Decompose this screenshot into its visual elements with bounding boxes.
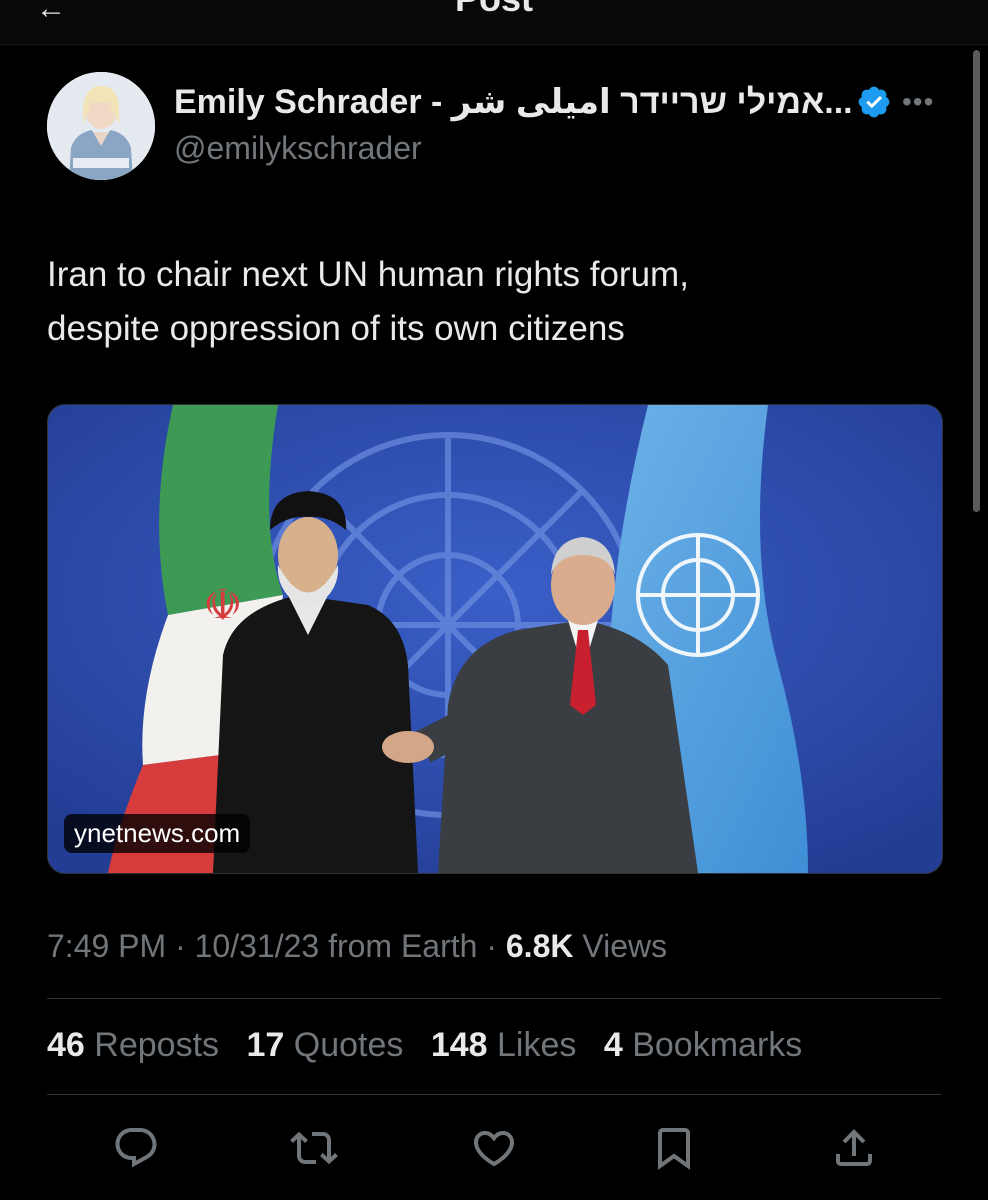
- media-image: ☫: [48, 405, 942, 873]
- verified-badge-icon[interactable]: [856, 84, 892, 120]
- views-count[interactable]: 6.8K: [506, 928, 574, 964]
- likes-stat[interactable]: 148 Likes: [431, 1026, 577, 1064]
- more-options-icon[interactable]: •••: [902, 82, 942, 122]
- engagement-stats: 46 Reposts 17 Quotes 148 Likes 4 Bookmar…: [47, 1026, 820, 1065]
- tweet-text-line-2: despite oppression of its own citizens: [47, 309, 625, 348]
- bookmark-button[interactable]: [650, 1124, 698, 1172]
- avatar[interactable]: [47, 72, 155, 180]
- scrollbar-thumb[interactable]: [973, 50, 980, 512]
- bookmark-icon: [658, 1128, 690, 1170]
- share-icon: [836, 1129, 872, 1166]
- tweet-meta: 7:49 PM · 10/31/23 from Earth · 6.8K Vie…: [47, 928, 667, 965]
- tweet-text: Iran to chair next UN human rights forum…: [47, 248, 927, 356]
- author-handle[interactable]: @emilykschrader: [174, 130, 422, 167]
- like-button[interactable]: [470, 1124, 518, 1172]
- tweet-date[interactable]: 10/31/23: [195, 928, 320, 964]
- svg-text:☫: ☫: [203, 580, 242, 631]
- like-icon: [473, 1131, 515, 1167]
- tweet-text-line-1: Iran to chair next UN human rights forum…: [47, 255, 689, 294]
- reply-button[interactable]: [112, 1124, 160, 1172]
- page-title: Post: [0, 0, 988, 20]
- repost-icon: [290, 1131, 338, 1165]
- meta-separator: ·: [486, 928, 497, 964]
- tweet-time[interactable]: 7:49 PM: [47, 928, 166, 964]
- meta-separator: ·: [175, 928, 186, 964]
- tweet-source: from Earth: [328, 928, 478, 964]
- quotes-stat[interactable]: 17 Quotes: [246, 1026, 403, 1064]
- media-source-label[interactable]: ynetnews.com: [64, 814, 251, 853]
- bookmarks-stat[interactable]: 4 Bookmarks: [604, 1026, 802, 1064]
- divider: [47, 1094, 941, 1095]
- views-label[interactable]: Views: [582, 928, 667, 964]
- header-divider: [0, 44, 988, 45]
- repost-button[interactable]: [290, 1124, 338, 1172]
- reply-icon: [115, 1128, 157, 1168]
- media-card[interactable]: ☫: [47, 404, 943, 874]
- share-button[interactable]: [830, 1124, 878, 1172]
- reposts-stat[interactable]: 46 Reposts: [47, 1026, 219, 1064]
- top-header: ← Post: [0, 0, 988, 44]
- divider: [47, 998, 941, 999]
- author-name[interactable]: Emily Schrader - אמילי שריידר امیلی شر..…: [174, 82, 853, 122]
